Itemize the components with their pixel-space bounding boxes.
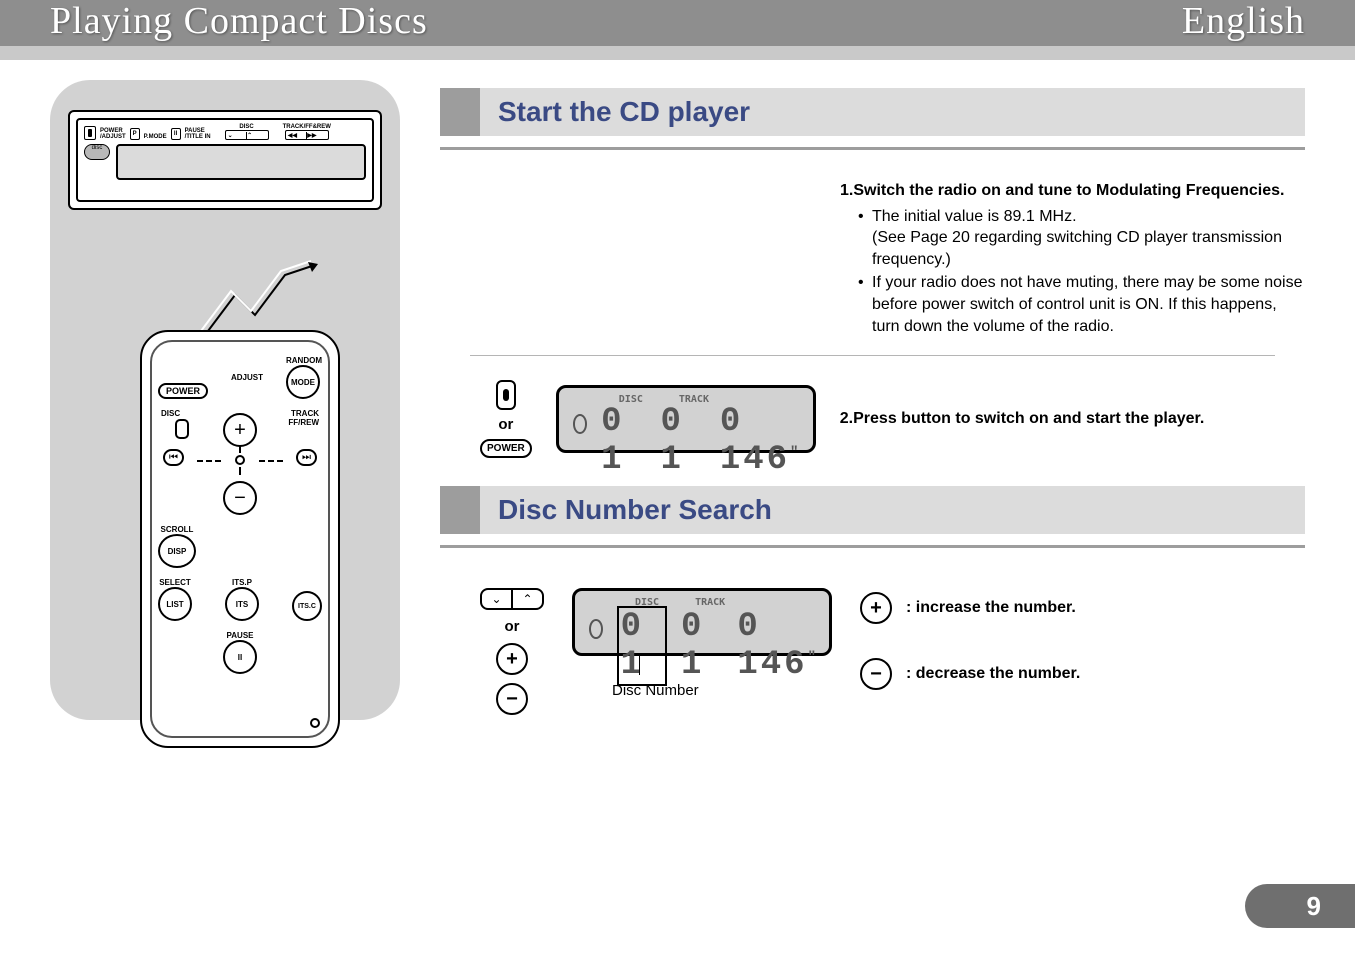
remote-pause-button: II (223, 640, 257, 674)
hu-track-rocker: ◀◀▶▶ (285, 130, 329, 140)
lcd-display-2: DISC TRACK 0 1 0 1 0 146" (572, 588, 832, 656)
hu-pause-label: PAUSE /TITLE IN (185, 128, 211, 140)
cd-spin-icon (589, 619, 603, 639)
disc-search-controls: ⌄ ⌃ or + − (480, 588, 544, 715)
hu-lcd (116, 144, 366, 180)
chevron-down-icon: ⌄ (482, 590, 513, 608)
remote-random-label: RANDOM (286, 356, 322, 365)
remote-adjust-label: ADJUST (231, 373, 263, 382)
remote-its-button: ITS (225, 587, 259, 621)
hu-pmode-button: P (130, 128, 140, 140)
plus-icon: + (860, 592, 892, 624)
callout-arrow (200, 260, 320, 340)
remote-led (310, 718, 320, 728)
hu-power-label: POWER /ADJUST (100, 128, 126, 140)
language-label: English (1182, 2, 1305, 44)
page-number-tab: 9 (1245, 884, 1355, 928)
head-unit-illustration: POWER /ADJUST P P.MODE II PAUSE /TITLE I… (68, 110, 382, 210)
disc-search-legend: + : increase the number. − : decrease th… (860, 588, 1305, 724)
header-bar: Playing Compact Discs English (0, 0, 1355, 60)
content-area: Start the CD player 1.Switch the radio o… (440, 80, 1305, 729)
hu-pmode-label: P.MODE (144, 134, 167, 140)
remote-illustration: POWER ADJUST RANDOM MODE DISC TRACK FF/R… (140, 330, 340, 748)
cd-spin-icon (573, 414, 587, 434)
power-pill-icon: POWER (480, 439, 532, 458)
hu-disc-badge: disc (84, 144, 110, 160)
remote-plus-button: + (223, 413, 257, 447)
section-heading-disc-search: Disc Number Search (440, 486, 1305, 534)
lcd-display-1: DISC TRACK 0 1 0 1 0 146" (556, 385, 816, 453)
remote-list-button: LIST (158, 587, 192, 621)
step-1: 1.Switch the radio on and tune to Modula… (470, 180, 1305, 339)
divider (470, 355, 1275, 356)
remote-minus-button: − (223, 481, 257, 515)
remote-power-button: POWER (158, 383, 208, 399)
chevron-up-icon: ⌃ (513, 590, 542, 608)
page-title: Playing Compact Discs (50, 2, 428, 44)
remote-disp-button: DISP (158, 534, 196, 568)
remote-disc-button (175, 419, 189, 439)
section-heading-start: Start the CD player (440, 88, 1305, 136)
remote-dpad: DISC TRACK FF/REW + ⏮ ⏭ − (165, 409, 315, 519)
remote-fwd-button: ⏭ (296, 449, 317, 466)
minus-button-icon: − (496, 683, 528, 715)
remote-itsc-button: ITS.C (292, 591, 322, 621)
hu-disc-rocker: ⌄⌃ (225, 130, 269, 140)
hu-pause-button: II (171, 128, 181, 140)
device-illustration-panel: POWER /ADJUST P P.MODE II PAUSE /TITLE I… (50, 80, 400, 720)
remote-mode-button: MODE (286, 365, 320, 399)
step-2: or POWER DISC TRACK 0 1 0 1 0 146" 2.Pre… (480, 380, 1305, 458)
hu-power-button (84, 126, 96, 140)
power-rect-icon (496, 380, 516, 410)
rocker-button: ⌄ ⌃ (480, 588, 544, 610)
plus-button-icon: + (496, 643, 528, 675)
power-button-icons: or POWER (480, 380, 532, 458)
minus-icon: − (860, 658, 892, 690)
remote-rev-button: ⏮ (163, 449, 184, 466)
